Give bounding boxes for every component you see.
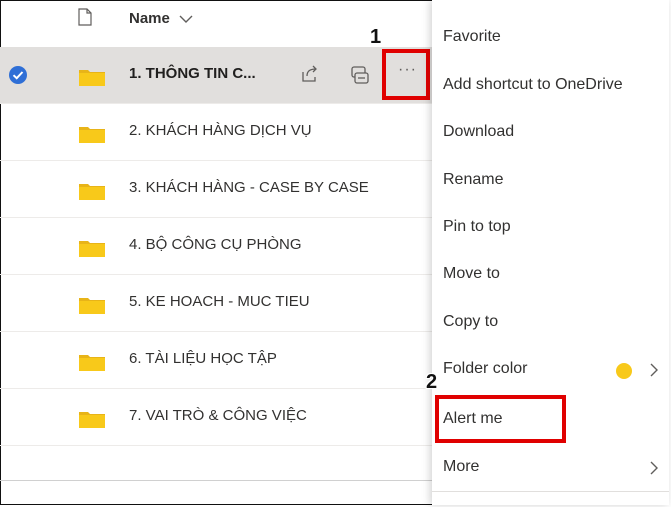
menu-item-label: Add shortcut to OneDrive — [443, 76, 623, 93]
menu-item-copy-to[interactable]: Copy to — [432, 299, 669, 346]
chevron-down-icon — [179, 15, 193, 24]
folder-icon — [79, 355, 105, 371]
menu-item-download[interactable]: Download — [432, 109, 669, 156]
item-label: 1. THÔNG TIN C... — [129, 65, 256, 82]
menu-item-label: Copy to — [443, 313, 499, 330]
step-2-badge: 2 — [426, 371, 438, 393]
list-header: Name — [0, 0, 432, 46]
menu-item-pin-to-top[interactable]: Pin to top — [432, 204, 669, 251]
menu-item-label: Download — [443, 123, 515, 140]
item-label: 6. TÀI LIỆU HỌC TẬP — [129, 350, 277, 367]
more-actions-label: ··· — [398, 61, 417, 78]
list-item[interactable]: 3. KHÁCH HÀNG - CASE BY CASE — [0, 161, 432, 218]
share-icon[interactable] — [301, 65, 319, 83]
item-label: 5. KE HOACH - MUC TIEU — [129, 293, 310, 310]
link-icon[interactable] — [350, 65, 370, 85]
list-item[interactable]: 5. KE HOACH - MUC TIEU — [0, 275, 432, 332]
menu-item-label: Pin to top — [443, 218, 511, 235]
list-item[interactable]: 2. KHÁCH HÀNG DỊCH VỤ — [0, 104, 432, 161]
folder-icon — [79, 412, 105, 428]
file-list: Name 1. THÔNG TIN C... 2. KHÁCH HÀNG DỊC… — [0, 0, 432, 507]
chevron-right-icon — [650, 461, 658, 475]
menu-divider — [432, 491, 669, 492]
list-item[interactable]: 1. THÔNG TIN C... — [0, 47, 432, 104]
menu-item-label: Move to — [443, 265, 500, 282]
list-divider — [0, 480, 432, 481]
menu-item-more[interactable]: More — [432, 444, 669, 491]
menu-item-label: Favorite — [443, 28, 501, 45]
menu-item-label: Rename — [443, 171, 504, 188]
menu-item-move-to[interactable]: Move to — [432, 251, 669, 298]
list-item[interactable]: 4. BỘ CÔNG CỤ PHÒNG — [0, 218, 432, 275]
list-item[interactable]: 7. VAI TRÒ & CÔNG VIỆC — [0, 389, 432, 446]
folder-icon — [79, 298, 105, 314]
menu-item-add-shortcut[interactable]: Add shortcut to OneDrive — [432, 62, 669, 109]
item-label: 2. KHÁCH HÀNG DỊCH VỤ — [129, 122, 312, 139]
file-icon — [78, 8, 92, 26]
step-1-badge: 1 — [370, 26, 382, 48]
chevron-right-icon — [650, 363, 658, 377]
item-label: 3. KHÁCH HÀNG - CASE BY CASE — [129, 179, 369, 196]
list-item[interactable]: 6. TÀI LIỆU HỌC TẬP — [0, 332, 432, 389]
folder-icon — [79, 184, 105, 200]
folder-color-swatch — [616, 363, 632, 379]
name-column-label: Name — [129, 10, 170, 27]
more-actions-button[interactable]: ··· — [382, 49, 430, 100]
item-label: 7. VAI TRÒ & CÔNG VIỆC — [129, 407, 307, 424]
folder-icon — [79, 241, 105, 257]
item-label: 4. BỘ CÔNG CỤ PHÒNG — [129, 236, 302, 253]
menu-item-rename[interactable]: Rename — [432, 157, 669, 204]
alert-me-highlight — [435, 395, 566, 443]
menu-item-label: More — [443, 458, 480, 475]
menu-item-favorite[interactable]: Favorite — [432, 14, 669, 61]
menu-item-label: Folder color — [443, 360, 528, 377]
check-circle-icon[interactable] — [8, 65, 28, 85]
folder-icon — [79, 70, 105, 86]
menu-item-folder-color[interactable]: Folder color — [432, 346, 669, 393]
name-column-header[interactable]: Name — [129, 10, 194, 27]
folder-icon — [79, 127, 105, 143]
